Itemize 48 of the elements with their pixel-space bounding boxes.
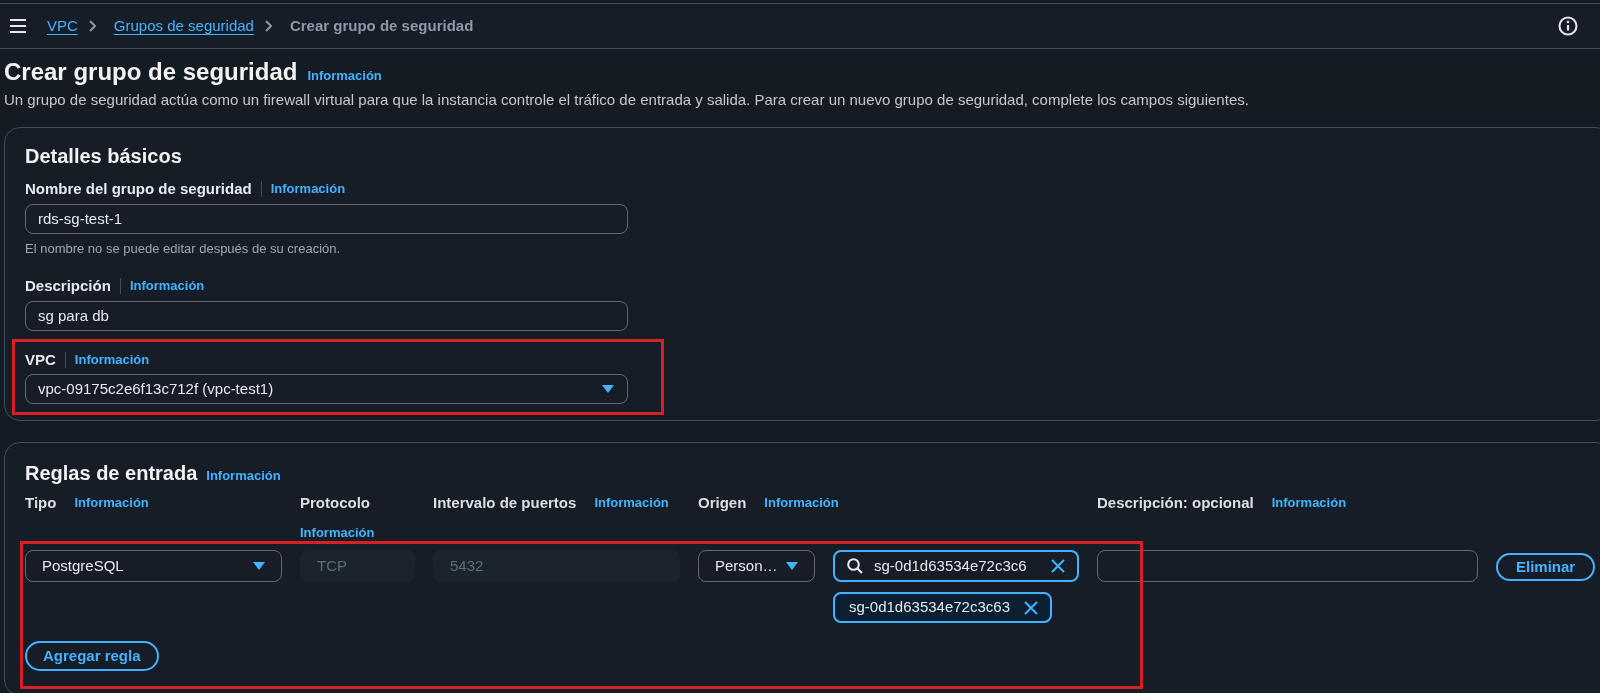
info-link[interactable]: Información xyxy=(74,352,150,368)
info-link[interactable]: Información xyxy=(764,495,839,511)
info-icon[interactable] xyxy=(1558,16,1578,36)
info-link[interactable]: Información xyxy=(74,495,149,511)
page-title: Crear grupo de seguridad xyxy=(4,57,298,87)
select-field[interactable]: PostgreSQL xyxy=(25,550,282,582)
column-header: Intervalo de puertos xyxy=(433,493,577,513)
field-hint: El nombre no se puede editar después de su creación. xyxy=(25,241,342,257)
text-field: 5432 xyxy=(433,550,680,582)
breadcrumb-link[interactable]: VPC xyxy=(47,16,78,36)
info-link[interactable]: Información xyxy=(270,181,346,197)
search-icon xyxy=(847,558,863,574)
info-link[interactable]: Información xyxy=(307,68,382,84)
token-chip: sg-0d1d63534e72c3c63 xyxy=(833,592,1052,623)
info-link[interactable]: Información xyxy=(594,495,669,511)
field-label: Descripción xyxy=(25,276,111,296)
breadcrumb-link[interactable]: Grupos de seguridad xyxy=(113,16,254,36)
remove-icon[interactable] xyxy=(1024,600,1038,615)
info-link[interactable]: Información xyxy=(129,278,205,294)
text-field[interactable] xyxy=(1097,550,1478,582)
caret-icon xyxy=(253,562,265,570)
add-rule-button[interactable]: Agregar regla xyxy=(25,641,159,671)
search-field[interactable]: sg-0d1d63534e72c3c6 xyxy=(833,550,1079,582)
clear-icon[interactable] xyxy=(1051,559,1065,573)
section-title: Reglas de entrada xyxy=(25,461,198,486)
column-header: Tipo xyxy=(25,493,57,513)
breadcrumb-current: Crear grupo de seguridad xyxy=(289,16,474,36)
field-label: VPC xyxy=(25,350,56,370)
menu-icon[interactable] xyxy=(10,19,26,33)
info-link[interactable]: Información xyxy=(206,468,281,484)
select-field[interactable]: vpc-09175c2e6f13c712f (vpc-test1) xyxy=(25,374,628,404)
remove-button[interactable]: Eliminar xyxy=(1496,553,1596,581)
column-header: Protocolo xyxy=(300,493,370,513)
column-header: Descripción: opcional xyxy=(1097,493,1254,513)
text-field[interactable]: sg para db xyxy=(25,301,628,331)
field-label: Nombre del grupo de seguridad xyxy=(25,179,252,199)
chevron-icon xyxy=(264,20,272,32)
info-link[interactable]: Información xyxy=(1271,495,1347,511)
text-field: TCP xyxy=(300,550,415,582)
text-field[interactable]: rds-sg-test-1 xyxy=(25,204,628,234)
caret-icon xyxy=(602,385,614,393)
caret-icon xyxy=(786,562,798,570)
column-header: Origen xyxy=(698,493,747,513)
page-description: Un grupo de seguridad actúa como un firewall virtual para que la instancia controle el tráfico de entrada y salida. Para crear un nuevo grupo de seguridad, complete los campos siguientes. xyxy=(4,90,1250,110)
info-link[interactable]: Información xyxy=(300,525,375,541)
section-title: Detalles básicos xyxy=(25,144,183,169)
chevron-icon xyxy=(88,20,96,32)
select-field[interactable]: Person… xyxy=(698,550,815,582)
